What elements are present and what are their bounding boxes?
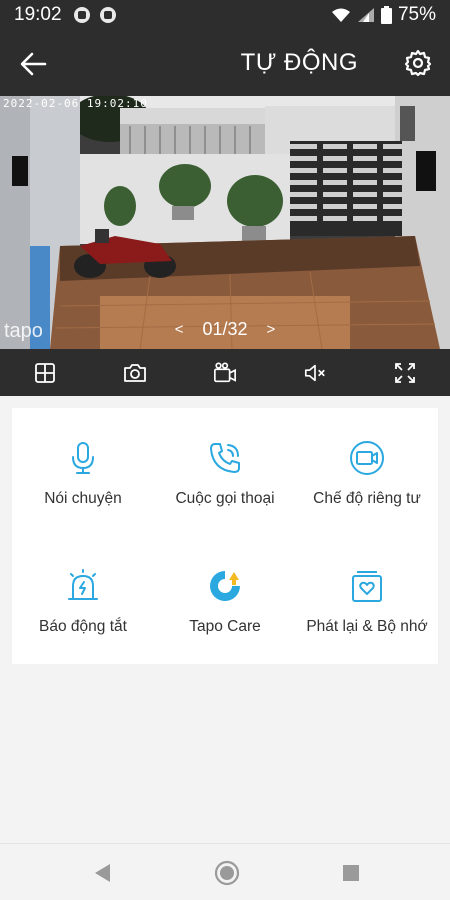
camera-timestamp: 2022-02-06 19:02:10 [3,97,148,110]
tapo-care-icon [210,571,240,601]
privacy-mode-feature-button[interactable]: Chế độ riêng tư [296,408,438,536]
feature-label: Cuộc gọi thoại [175,490,275,507]
previous-camera-button[interactable]: < [161,321,198,338]
next-camera-button[interactable]: > [253,321,290,338]
voice-call-feature-button[interactable]: Cuộc gọi thoại [154,408,296,536]
nav-home-icon[interactable] [214,860,240,886]
wifi-icon [331,8,350,22]
status-bar: 19:02 75% [0,0,450,30]
mute-button[interactable] [303,361,327,385]
camera-pagination: < 01/32 > [0,318,450,340]
notification-icon [73,7,90,23]
notification-icon [99,7,116,23]
camera-live-view[interactable]: 2022-02-06 19:02:10 tapo < 01/32 > [0,96,450,349]
feature-label: Nói chuyện [44,490,122,507]
nav-back-icon[interactable] [90,860,116,886]
fullscreen-button[interactable] [393,361,417,385]
page-title: TỰ ĐỘNG [240,49,358,76]
talk-feature-button[interactable]: Nói chuyện [12,408,154,536]
playback-icon [352,571,382,602]
playback-storage-feature-button[interactable]: Phát lại & Bộ nhớ [296,536,438,664]
feature-panel: Nói chuyện Cuộc gọi thoại Chế độ riêng t… [12,408,438,664]
battery-percentage: 75% [397,4,436,25]
phone-call-icon [210,443,240,473]
feature-label: Chế độ riêng tư [313,490,421,507]
video-record-icon [214,361,236,382]
app-header: TỰ ĐỘNG [0,30,450,96]
camera-icon [124,363,146,382]
battery-icon [380,6,392,24]
camera-page-counter: 01/32 [202,318,248,339]
status-time: 19:02 [14,4,62,25]
gear-icon[interactable] [404,49,432,77]
feature-label: Báo động tắt [39,618,127,635]
feature-label: Tapo Care [189,618,261,635]
snapshot-button[interactable] [123,361,147,385]
camera-feed-image [0,96,450,349]
nav-recents-icon[interactable] [338,860,364,886]
fullscreen-icon [395,362,415,383]
privacy-camera-icon [350,441,384,475]
grid-icon [35,362,55,383]
tapo-care-feature-button[interactable]: Tapo Care [154,536,296,664]
system-navigation-bar [0,843,450,900]
mute-icon [304,364,325,381]
alarm-off-feature-button[interactable]: Báo động tắt [12,536,154,664]
microphone-icon [72,442,94,474]
signal-icon [357,8,374,22]
grid-view-button[interactable] [33,361,57,385]
record-button[interactable] [213,361,237,385]
alarm-icon [68,569,98,600]
camera-control-bar [0,349,450,396]
feature-label: Phát lại & Bộ nhớ [306,618,428,635]
